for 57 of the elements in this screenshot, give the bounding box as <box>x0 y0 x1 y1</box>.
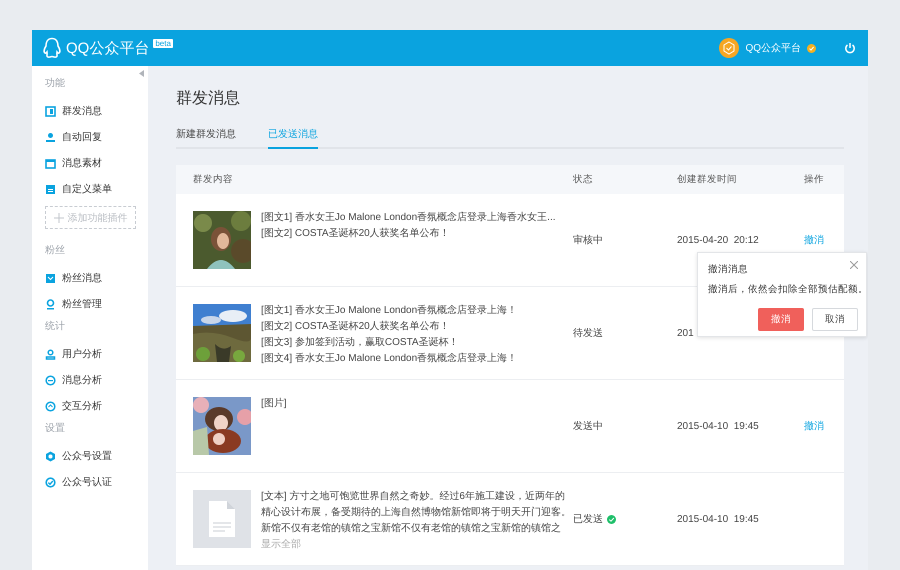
column-header: 操作 <box>804 173 825 186</box>
time-text: 2015-04-20 20:12 <box>677 234 759 246</box>
popover-title: 撤消消息 <box>708 263 748 276</box>
sidebar-item[interactable]: 自动回复 <box>45 124 148 150</box>
avatar-icon[interactable] <box>719 38 740 58</box>
time-text: 2015-04-10 19:45 <box>677 514 759 524</box>
logo-text: QQ公众平台 <box>66 38 150 58</box>
page-title: 群发消息 <box>176 88 241 109</box>
status-text: 审核中 <box>573 234 603 247</box>
verified-icon <box>807 44 816 52</box>
cancel-button[interactable]: 取消 <box>812 308 858 331</box>
section-title: 功能 <box>45 76 66 91</box>
column-header: 状态 <box>573 173 594 186</box>
sidebar-item[interactable]: 用户分析 <box>45 341 148 367</box>
beta-tag: beta <box>153 39 173 48</box>
power-icon[interactable] <box>844 42 856 54</box>
status-text: 已发送 <box>573 513 603 526</box>
section-title: 粉丝 <box>45 244 66 258</box>
menu-icon <box>45 184 56 194</box>
sidebar-item[interactable]: 消息分析 <box>45 367 148 393</box>
message-line: [图文4] 香水女王Jo Malone London香氛概念店登录上海！ <box>261 353 518 364</box>
penguin-logo-icon <box>42 37 62 59</box>
user-icon <box>45 132 56 142</box>
message-line: [图片] <box>261 398 287 409</box>
status-text: 待发送 <box>573 326 603 340</box>
sidebar-item[interactable]: 公众号认证 <box>45 469 148 495</box>
sidebar-item[interactable]: 交互分析 <box>45 393 148 419</box>
close-icon[interactable] <box>850 261 858 269</box>
user-icon <box>45 348 56 360</box>
sidebar-item[interactable]: 自定义菜单 <box>45 176 148 202</box>
sidebar-item[interactable]: 消息素材 <box>45 150 148 176</box>
sidebar-item[interactable]: 群发消息 <box>45 98 148 124</box>
sidebar-item[interactable]: 公众号设置 <box>45 443 148 469</box>
message-line: [图文1] 香水女王Jo Malone London香氛概念店登录上海香水女王... <box>261 212 556 223</box>
section-title: 设置 <box>45 422 66 436</box>
sidebar-item[interactable]: 粉丝消息 <box>45 265 148 291</box>
message-line: 精心设计布展，备受期待的上海自然博物馆新馆即将于明天开门迎客。 <box>261 507 571 518</box>
message-line: [图文3] 参加签到活动，赢取COSTA圣诞杯！ <box>261 337 460 348</box>
time-text: 201 <box>677 328 694 338</box>
message-line: 新馆不仅有老馆的镇馆之宝新馆不仅有老馆的镇馆之宝新馆的镇馆之 <box>261 523 562 534</box>
tab[interactable]: 新建群发消息 <box>176 127 236 149</box>
collapse-icon[interactable] <box>139 70 144 77</box>
document-placeholder <box>193 490 251 548</box>
section-title: 统计 <box>45 320 66 334</box>
sidebar-item[interactable]: 粉丝管理 <box>45 291 148 317</box>
message-line: [文本] 方寸之地可饱览世界自然之奇妙。经过6年施工建设，近两年的 <box>261 491 566 502</box>
badge-check-icon <box>45 476 56 488</box>
time-text: 2015-04-10 19:45 <box>677 420 759 432</box>
column-header: 创建群发时间 <box>677 173 738 186</box>
message-line: [图文1] 香水女王Jo Malone London香氛概念店登录上海！ <box>261 305 518 316</box>
settings-icon <box>45 450 56 462</box>
plus-icon <box>54 212 64 222</box>
column-header: 群发内容 <box>193 173 234 186</box>
message-line: [图文2] COSTA圣诞杯20人获奖名单公布！ <box>261 228 451 239</box>
message-line: [图文2] COSTA圣诞杯20人获奖名单公布！ <box>261 321 451 332</box>
user-icon <box>45 298 56 310</box>
status-text: 发送中 <box>573 420 603 433</box>
